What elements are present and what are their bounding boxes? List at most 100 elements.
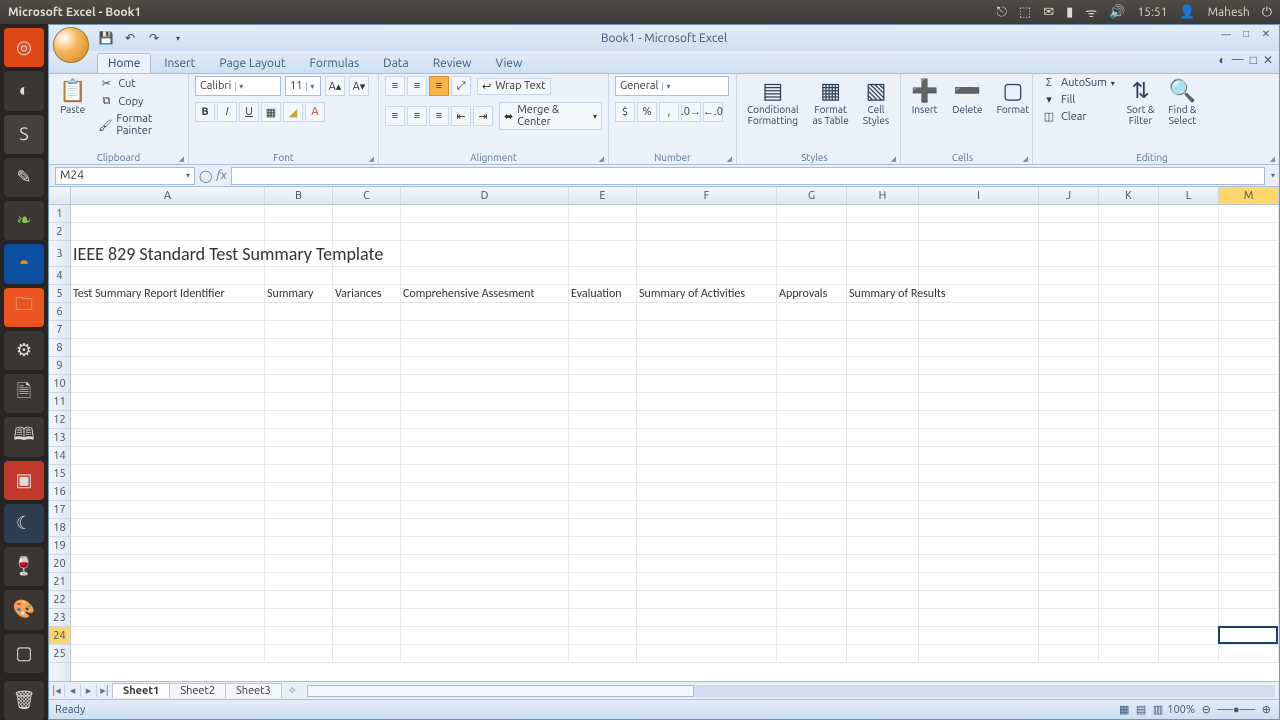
clear-button[interactable]: ◫Clear: [1039, 109, 1117, 124]
cell[interactable]: [1159, 393, 1219, 410]
cell[interactable]: [1219, 393, 1279, 410]
delete-button[interactable]: ➖Delete: [948, 76, 986, 117]
cell[interactable]: [777, 223, 847, 240]
cell[interactable]: [637, 447, 777, 464]
zoom-out-icon[interactable]: ⊖: [1202, 704, 1211, 716]
launcher-wine-icon[interactable]: 🍷: [4, 547, 44, 586]
cell[interactable]: [1219, 627, 1279, 644]
cell[interactable]: [847, 627, 919, 644]
cell[interactable]: [401, 339, 569, 356]
cell[interactable]: [401, 501, 569, 518]
cell[interactable]: [637, 645, 777, 662]
launcher-files-icon[interactable]: 🗀: [4, 288, 44, 327]
wrap-text-button[interactable]: ↩Wrap Text: [477, 78, 551, 95]
tab-view[interactable]: View: [484, 53, 533, 73]
align-top-button[interactable]: ≡: [385, 76, 405, 96]
cell[interactable]: [847, 241, 919, 266]
cell[interactable]: [71, 627, 265, 644]
cell[interactable]: [847, 447, 919, 464]
border-button[interactable]: ▦: [261, 102, 281, 122]
cell[interactable]: [1099, 645, 1159, 662]
cell[interactable]: [265, 303, 333, 320]
cell[interactable]: [1159, 519, 1219, 536]
cell[interactable]: [569, 555, 637, 572]
number-format-dropdown[interactable]: General▾: [615, 76, 729, 96]
cell[interactable]: [71, 411, 265, 428]
fill-color-button[interactable]: ◢: [283, 102, 303, 122]
cell[interactable]: [569, 537, 637, 554]
grow-font-button[interactable]: A▴: [325, 76, 345, 96]
cell[interactable]: [847, 591, 919, 608]
launcher-dash-icon[interactable]: ◎: [4, 28, 44, 67]
cell[interactable]: [401, 375, 569, 392]
tab-formulas[interactable]: Formulas: [299, 53, 371, 73]
cell[interactable]: [401, 537, 569, 554]
format-as-table-button[interactable]: ▦Format as Table: [809, 76, 853, 128]
column-header[interactable]: C: [333, 187, 401, 204]
cell[interactable]: [919, 339, 1039, 356]
cell[interactable]: [265, 573, 333, 590]
cell[interactable]: [1159, 429, 1219, 446]
cell[interactable]: [569, 411, 637, 428]
orientation-button[interactable]: ⤢: [451, 76, 471, 96]
cell[interactable]: [1039, 555, 1099, 572]
cell[interactable]: [401, 465, 569, 482]
column-header[interactable]: E: [569, 187, 637, 204]
save-icon[interactable]: 💾: [97, 29, 115, 47]
cell[interactable]: [401, 241, 569, 266]
percent-button[interactable]: %: [637, 102, 657, 122]
sheet-tab[interactable]: Sheet2: [169, 683, 226, 698]
cell[interactable]: [265, 357, 333, 374]
merge-center-button[interactable]: ⬌Merge & Center▾: [499, 102, 602, 130]
cell[interactable]: [333, 447, 401, 464]
row-header[interactable]: 4: [49, 267, 70, 285]
cell[interactable]: [919, 411, 1039, 428]
cell[interactable]: [637, 429, 777, 446]
cell[interactable]: [1219, 285, 1279, 302]
cell[interactable]: Summary of Results: [847, 285, 919, 302]
find-select-button[interactable]: 🔍Find & Select: [1164, 76, 1200, 128]
cell[interactable]: [919, 375, 1039, 392]
cell[interactable]: [777, 627, 847, 644]
tray-icon[interactable]: ⎋: [997, 5, 1007, 20]
cell[interactable]: Summary of Activities: [637, 285, 777, 302]
power-icon[interactable]: ⏻: [1262, 5, 1272, 20]
cell[interactable]: [919, 573, 1039, 590]
cell[interactable]: [1099, 223, 1159, 240]
cell[interactable]: [333, 591, 401, 608]
cell[interactable]: Evaluation: [569, 285, 637, 302]
cell[interactable]: [1219, 645, 1279, 662]
cell[interactable]: [1159, 357, 1219, 374]
cell[interactable]: [401, 609, 569, 626]
cell[interactable]: [1099, 285, 1159, 302]
cell[interactable]: [1159, 241, 1219, 266]
cell[interactable]: [569, 357, 637, 374]
cell[interactable]: [919, 267, 1039, 284]
tab-data[interactable]: Data: [372, 53, 420, 73]
cell[interactable]: [333, 609, 401, 626]
cell[interactable]: [1159, 537, 1219, 554]
cell[interactable]: [1219, 465, 1279, 482]
cell[interactable]: [265, 241, 333, 266]
row-header[interactable]: 17: [49, 501, 70, 519]
cell[interactable]: [71, 321, 265, 338]
cell[interactable]: [777, 429, 847, 446]
cell[interactable]: [1159, 339, 1219, 356]
cell[interactable]: [847, 411, 919, 428]
cell[interactable]: [777, 393, 847, 410]
cell[interactable]: [1039, 591, 1099, 608]
cell[interactable]: [401, 357, 569, 374]
currency-button[interactable]: $: [615, 102, 635, 122]
cell[interactable]: [71, 429, 265, 446]
cell[interactable]: [637, 393, 777, 410]
cell[interactable]: [569, 321, 637, 338]
maximize-button[interactable]: □: [1237, 27, 1255, 41]
new-sheet-icon[interactable]: ✧: [282, 684, 303, 697]
cell[interactable]: [333, 357, 401, 374]
formula-input[interactable]: [231, 167, 1265, 185]
column-header[interactable]: F: [637, 187, 777, 204]
cell[interactable]: [1159, 627, 1219, 644]
cell[interactable]: [1159, 411, 1219, 428]
qat-customize-icon[interactable]: ▾: [169, 29, 187, 47]
cell[interactable]: [1099, 375, 1159, 392]
